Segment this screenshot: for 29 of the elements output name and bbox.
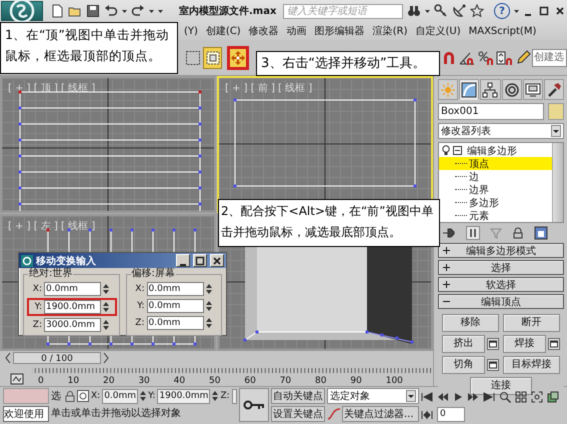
tick-label: 90 — [350, 376, 362, 386]
coordinate-label: Y: — [148, 391, 156, 401]
tick-label: 20 — [102, 376, 114, 386]
tick-label: 100 — [386, 376, 403, 386]
callout-tooltip: 2、配合按下<Alt>键，在“前”视图中单击并拖动鼠标，减选最底部顶点。 — [218, 199, 440, 247]
tick-label: 50 — [209, 376, 220, 386]
tick-label: 80 — [315, 376, 326, 386]
field-label: Y: — [136, 301, 144, 311]
group-title: 偏移:屏幕 — [130, 268, 176, 280]
coordinate-label: Z: — [220, 391, 230, 401]
field-label: Z: — [32, 320, 42, 330]
dialog-title: 移动变换输入 — [36, 254, 96, 268]
tick-label: 70 — [280, 376, 292, 386]
field-label: Z: — [134, 318, 144, 328]
tick-label: 10 — [68, 376, 80, 386]
tick-label: 0 — [38, 376, 44, 386]
selection-label: 选 — [51, 390, 61, 403]
field-label: Y: — [34, 302, 42, 312]
prompt-line: 单击或单击并拖动以选择对象 — [51, 406, 182, 421]
group-title: 绝对:世界 — [28, 268, 74, 280]
callout-tooltip: 1、在“顶”视图中单击并拖动鼠标，框选最顶部的顶点。 — [0, 22, 178, 74]
tick-label: 30 — [138, 376, 150, 386]
tick-label: 40 — [174, 376, 186, 386]
tick-label: 60 — [244, 376, 256, 386]
coordinate-label: X: — [91, 391, 100, 401]
field-label: X: — [134, 284, 144, 294]
window-title: 室内模型源文件.max — [179, 4, 278, 18]
field-label: X: — [32, 284, 42, 294]
callout-tooltip: 3、右击“选择并移动”工具。 — [256, 51, 440, 76]
